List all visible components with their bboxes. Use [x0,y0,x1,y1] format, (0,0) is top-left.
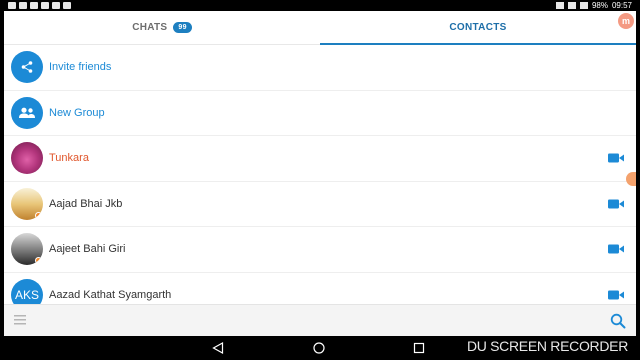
video-call-icon[interactable] [608,199,624,209]
notification-icon [63,2,71,9]
notification-icon [19,2,27,9]
clock: 09:57 [611,1,632,10]
contact-row[interactable]: Aajeet Bahi Giri [4,227,636,273]
app-badge-icon [35,211,42,219]
notification-icon [30,2,38,9]
invite-friends-row[interactable]: Invite friends [4,45,636,91]
contact-name: Aajeet Bahi Giri [49,243,126,256]
contact-name: Aajad Bhai Jkb [49,197,123,210]
battery-icon [579,2,588,9]
video-call-icon[interactable] [608,244,624,254]
back-icon[interactable] [212,342,224,354]
home-icon[interactable] [313,342,325,354]
recorder-watermark: DU SCREEN RECORDER [466,338,628,354]
contact-row[interactable]: Aajad Bhai Jkb [4,182,636,227]
new-group-label: New Group [49,106,105,119]
share-icon [11,51,43,84]
tab-chats[interactable]: CHATS 99 [4,11,320,44]
menu-icon[interactable] [14,315,26,325]
contact-avatar [11,233,43,266]
notification-icon [8,2,16,9]
status-indicators: 98% 09:57 [555,1,640,10]
contact-row[interactable]: Tunkara [4,136,636,182]
tab-bar: CHATS 99 CONTACTS m [4,11,636,45]
contacts-screen: CHATS 99 CONTACTS m Invite friends New G… [4,11,636,336]
contact-avatar: AKS [11,278,43,304]
profile-avatar[interactable]: m [618,13,634,29]
tab-chats-label: CHATS [132,22,168,33]
video-call-icon[interactable] [608,153,624,163]
app-badge-icon [35,257,42,265]
search-icon[interactable] [610,313,626,329]
signal-icon [567,2,576,9]
battery-level: 98% [591,1,608,10]
group-icon [11,96,43,129]
tab-contacts[interactable]: CONTACTS [320,11,636,44]
notification-icon [52,2,60,9]
contact-row[interactable]: AKS Aazad Kathat Syamgarth [4,273,636,304]
status-bar: 98% 09:57 [0,0,640,11]
unread-badge: 99 [173,22,192,33]
recents-icon[interactable] [413,342,425,354]
video-call-icon[interactable] [608,290,624,300]
notification-icon [41,2,49,9]
new-group-row[interactable]: New Group [4,91,636,136]
contact-name: Aazad Kathat Syamgarth [49,288,172,301]
contact-name: Tunkara [49,152,89,165]
floating-recorder-handle[interactable] [626,172,636,186]
contact-avatar [11,187,43,220]
sim-icon [555,2,564,9]
notification-icons [0,2,71,9]
invite-friends-label: Invite friends [49,61,112,74]
contact-list[interactable]: Invite friends New Group Tunkara Aajad B… [4,45,636,304]
tab-contacts-label: CONTACTS [449,22,507,33]
contact-avatar [11,142,43,175]
bottom-toolbar [4,304,636,336]
